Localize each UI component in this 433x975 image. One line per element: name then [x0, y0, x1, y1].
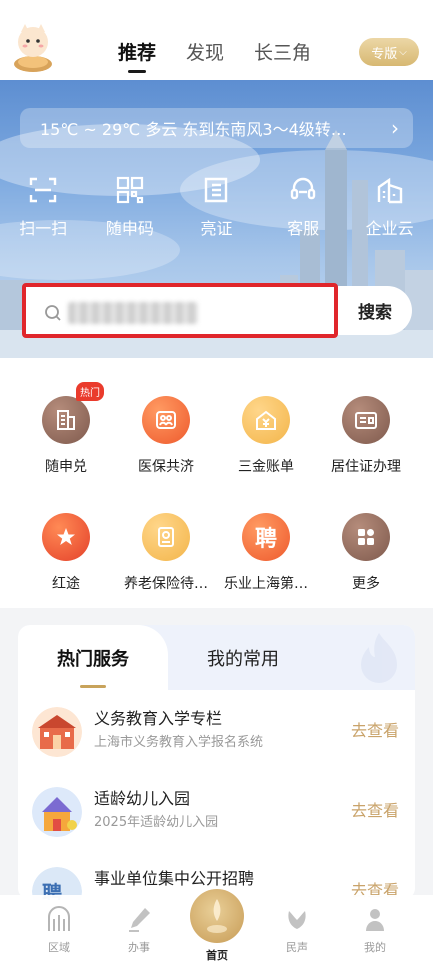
certificate-icon [205, 177, 228, 203]
service-label: 更多 [352, 576, 380, 592]
quick-action-label: 扫一扫 [19, 219, 68, 238]
service-employment[interactable]: 聘 乐业上海第… [212, 513, 320, 593]
nav-item-region[interactable]: 区域 [16, 905, 102, 955]
service-label: 养老保险待… [124, 576, 208, 592]
tab-yangtze-delta[interactable]: 长三角 [254, 38, 311, 65]
nav-item-voice[interactable]: 民声 [254, 905, 340, 955]
service-pension[interactable]: 养老保险待… [112, 513, 220, 593]
building-icon [377, 177, 402, 204]
search-button[interactable]: 搜索 [338, 286, 412, 335]
quick-action-label: 客服 [287, 219, 320, 238]
view-button[interactable]: 去查看 [351, 717, 399, 741]
mascot-icon[interactable] [12, 20, 54, 74]
quick-action-customer-service[interactable]: 客服 [263, 175, 343, 239]
region-icon [48, 906, 70, 931]
list-item-subtitle: 2025年适龄幼儿入园 [94, 815, 219, 830]
quick-action-label: 亮证 [200, 219, 233, 238]
service-residence-permit[interactable]: 居住证办理 [312, 396, 420, 476]
chevron-down-icon: ⌵ [399, 46, 407, 58]
service-grid: 热门 随申兑 医保共济 三金账单 居住证办理 红途 养老保险待… 聘 乐业上海第… [0, 358, 433, 608]
pension-icon [142, 513, 190, 561]
hire-icon: 聘 [242, 513, 290, 561]
weather-text: 15℃ ~ 29℃ 多云 东到东南风3～4级转… [40, 120, 347, 139]
service-suishendui[interactable]: 热门 随申兑 [12, 382, 120, 476]
top-bar: 推荐 发现 长三角 专版 ⌵ [0, 0, 433, 80]
quick-action-enterprise-cloud[interactable]: 企业云 [350, 175, 430, 239]
qr-code-icon [116, 176, 143, 204]
star-icon [42, 513, 90, 561]
hot-badge: 热门 [76, 382, 104, 401]
chevron-right-icon: › [391, 116, 399, 140]
service-medical-insurance[interactable]: 医保共济 [112, 396, 220, 476]
tab-hot-services[interactable]: 热门服务 [18, 625, 168, 690]
customer-service-icon [290, 177, 316, 200]
edition-label: 专版 [371, 46, 398, 62]
voice-icon [288, 911, 306, 929]
pen-icon [129, 908, 150, 932]
search-icon [45, 305, 61, 321]
school-building-icon [32, 707, 82, 757]
service-label: 居住证办理 [331, 459, 401, 475]
service-label: 医保共济 [138, 459, 194, 475]
bottom-nav: 区域 办事 首页 民声 我的 [0, 889, 433, 975]
service-label: 三金账单 [238, 459, 294, 475]
list-item-compulsory-education[interactable]: 义务教育入学专栏 上海市义务教育入学报名系统 去查看 [18, 697, 415, 775]
search-bar: 搜索 [22, 283, 412, 338]
nav-label: 区域 [48, 941, 70, 954]
nav-label: 民声 [286, 941, 308, 954]
more-grid-icon [342, 513, 390, 561]
list-item-title: 事业单位集中公开招聘 [94, 869, 255, 888]
hot-services-tabs: 热门服务 我的常用 [18, 625, 415, 690]
profile-icon [366, 909, 384, 931]
nav-item-services[interactable]: 办事 [96, 905, 182, 955]
tab-my-favorites[interactable]: 我的常用 [168, 625, 318, 690]
hot-services-card: 热门服务 我的常用 义务教育入学专栏 上海市义务教育入学报名系统 去查看 适龄幼… [18, 625, 415, 900]
service-hongtu[interactable]: 红途 [12, 513, 120, 593]
service-label: 随申兑 [45, 459, 87, 475]
service-label: 红途 [52, 576, 80, 592]
list-item-kindergarten[interactable]: 适龄幼儿入园 2025年适龄幼儿入园 去查看 [18, 777, 415, 855]
quick-action-certificate[interactable]: 亮证 [176, 175, 256, 239]
kindergarten-icon [32, 787, 82, 837]
search-placeholder-blurred [68, 302, 198, 324]
quick-action-qr[interactable]: 随申码 [90, 175, 170, 239]
document-icon: 热门 [42, 382, 104, 444]
flame-icon [361, 633, 397, 683]
service-three-funds[interactable]: 三金账单 [212, 396, 320, 476]
nav-label: 办事 [128, 941, 150, 954]
nav-item-home[interactable]: 首页 [174, 947, 260, 963]
quick-action-label: 随申码 [105, 219, 154, 238]
nav-label: 我的 [364, 941, 386, 954]
id-card-icon [342, 396, 390, 444]
scan-icon [30, 177, 57, 203]
list-item-title: 适龄幼儿入园 [94, 789, 191, 808]
quick-action-scan[interactable]: 扫一扫 [3, 175, 83, 239]
edition-button[interactable]: 专版 ⌵ [359, 38, 419, 66]
tab-recommend[interactable]: 推荐 [118, 38, 156, 73]
tab-discover[interactable]: 发现 [186, 38, 224, 65]
list-item-subtitle: 上海市义务教育入学报名系统 [94, 735, 264, 750]
coin-icon [242, 396, 290, 444]
service-label: 乐业上海第… [224, 576, 308, 592]
list-item-title: 义务教育入学专栏 [94, 709, 223, 728]
quick-actions: 扫一扫 随申码 亮证 客服 企业云 [0, 175, 433, 239]
family-icon [142, 396, 190, 444]
nav-item-profile[interactable]: 我的 [332, 905, 418, 955]
quick-action-label: 企业云 [365, 219, 414, 238]
nav-label: 首页 [206, 949, 228, 962]
service-more[interactable]: 更多 [312, 513, 420, 593]
home-icon[interactable] [190, 889, 244, 943]
view-button[interactable]: 去查看 [351, 797, 399, 821]
search-input[interactable] [22, 283, 338, 338]
weather-banner[interactable]: 15℃ ~ 29℃ 多云 东到东南风3～4级转… › [20, 108, 413, 148]
